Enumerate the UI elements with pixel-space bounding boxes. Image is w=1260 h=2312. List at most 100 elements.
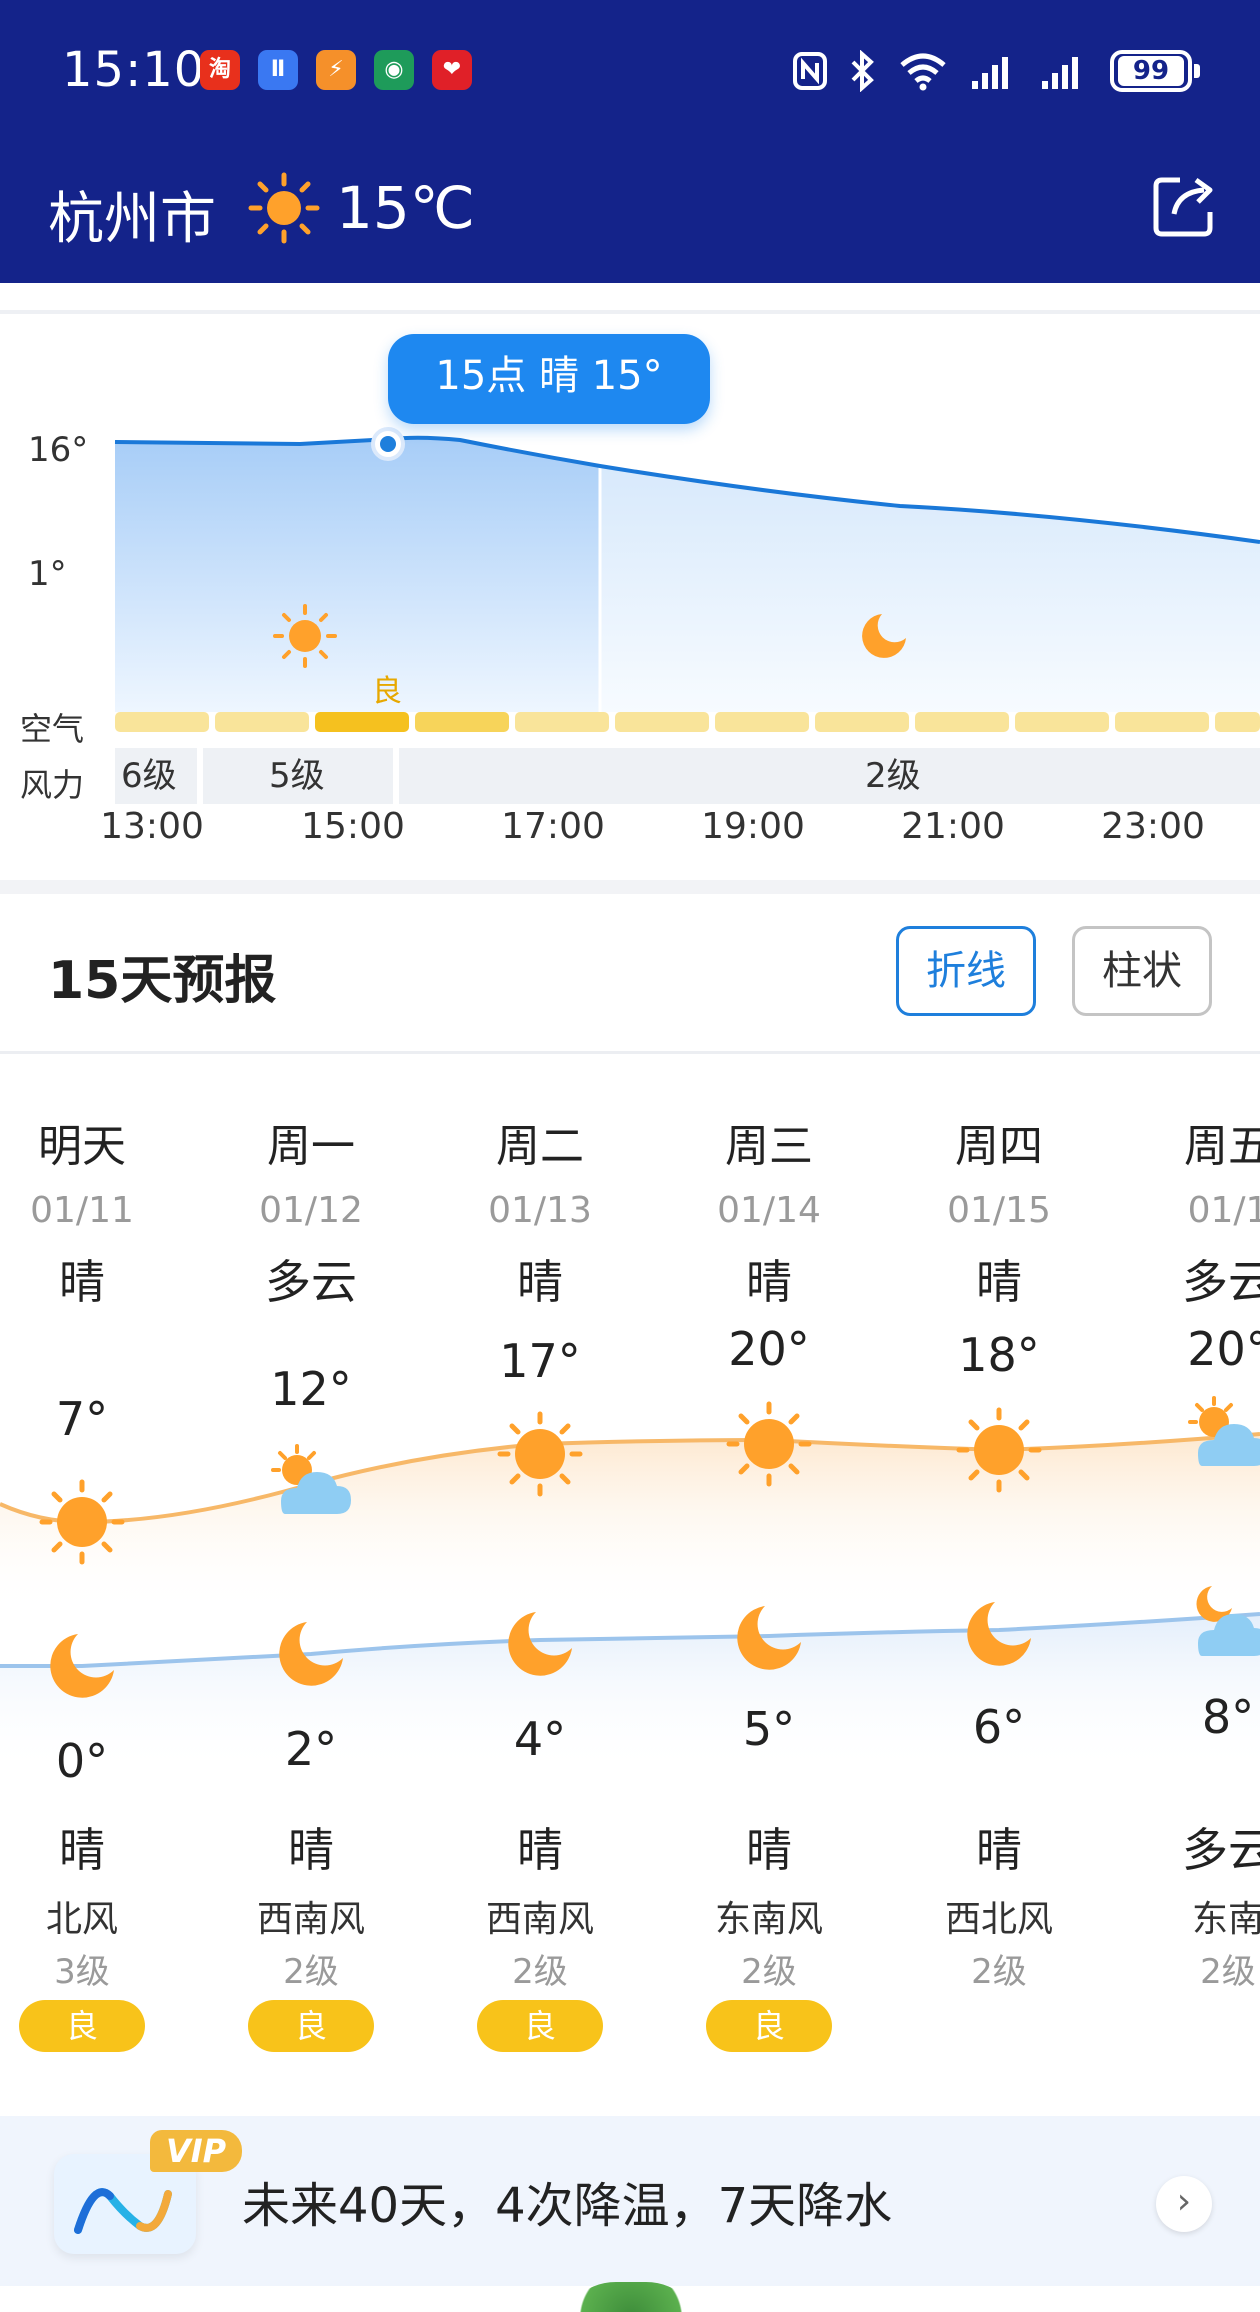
nfc-icon bbox=[793, 52, 827, 90]
night-condition: 晴 bbox=[976, 1823, 1022, 1877]
hourly-forecast[interactable]: 15点 晴 15° 16° 1° 良 空气 风力 6级 5级 2级 13:00 … bbox=[0, 310, 1260, 880]
wind-direction: 东南风 bbox=[714, 1899, 823, 1940]
aq-segment bbox=[1115, 712, 1209, 732]
wind-level: 2级 bbox=[741, 1952, 797, 1992]
chevron-right-icon[interactable]: › bbox=[1156, 2176, 1212, 2232]
wind-direction: 北风 bbox=[45, 1899, 118, 1940]
day-date: 01/12 bbox=[259, 1190, 363, 1231]
low-temperature: 2° bbox=[284, 1722, 338, 1776]
sun-icon bbox=[495, 1409, 585, 1499]
day-condition: 晴 bbox=[517, 1255, 563, 1309]
low-temperature: 6° bbox=[972, 1700, 1026, 1754]
aq-segment bbox=[315, 712, 409, 732]
aq-segment bbox=[1215, 712, 1260, 732]
aq-segment bbox=[715, 712, 809, 732]
day-column[interactable]: 周五 01/1 多云 20° 8° 多云 东南 2级 bbox=[1113, 1054, 1260, 2104]
day-name: 周五 bbox=[1184, 1121, 1260, 1172]
wind-segment: 2级 bbox=[399, 748, 1260, 804]
aq-segment bbox=[415, 712, 509, 732]
current-temperature: 15℃ bbox=[336, 174, 475, 242]
high-temperature: 20° bbox=[728, 1322, 810, 1376]
vip-summary-text: 未来40天，4次降温，7天降水 bbox=[242, 2178, 893, 2234]
wind-direction: 西南风 bbox=[256, 1899, 365, 1940]
night-condition: 晴 bbox=[517, 1823, 563, 1877]
day-column[interactable]: 周一 01/12 多云 12° 2° 晴西南风 2级良 bbox=[196, 1054, 426, 2104]
bluetooth-icon bbox=[851, 50, 874, 92]
aq-segment bbox=[915, 712, 1009, 732]
signal-icon-2 bbox=[1042, 57, 1078, 89]
wind-level: 2级 bbox=[512, 1952, 568, 1992]
y-label-high: 16° bbox=[28, 430, 89, 470]
day-date: 01/1 bbox=[1187, 1190, 1260, 1231]
low-temperature: 8° bbox=[1201, 1690, 1255, 1744]
cloudy-night-icon bbox=[1183, 1581, 1260, 1671]
partly-cloudy-icon bbox=[1183, 1391, 1260, 1481]
hour-label: 13:00 bbox=[100, 806, 204, 847]
status-time: 15:10 bbox=[62, 42, 206, 98]
vip-badge: VIP bbox=[150, 2130, 242, 2172]
wind-level: 2级 bbox=[1200, 1952, 1256, 1992]
bar-view-button[interactable]: 柱状 bbox=[1072, 926, 1212, 1016]
app-orange-icon: ⚡ bbox=[316, 50, 356, 90]
section-divider bbox=[0, 880, 1260, 894]
wind-label: 风力 bbox=[20, 766, 85, 804]
air-quality-badge: 良 bbox=[706, 2000, 832, 2052]
day-column[interactable]: 明天 01/11 晴 7° 0° 晴北风 3级良 bbox=[0, 1054, 197, 2104]
day-condition: 晴 bbox=[59, 1255, 105, 1309]
day-column[interactable]: 周二 01/13 晴 17° 4° 晴西南风 2级良 bbox=[425, 1054, 655, 2104]
day-date: 01/11 bbox=[30, 1190, 134, 1231]
high-temperature: 12° bbox=[270, 1362, 352, 1416]
app-header: 15:10 淘 Ⅱ ⚡ ◉ ❤ 99 杭州市 15℃ bbox=[0, 0, 1260, 283]
sun-icon bbox=[954, 1405, 1044, 1495]
moon-icon bbox=[959, 1594, 1039, 1674]
moon-icon bbox=[729, 1598, 809, 1678]
signal-icon-1 bbox=[972, 57, 1008, 89]
moon-icon bbox=[271, 1614, 351, 1694]
air-quality-row bbox=[115, 712, 1260, 732]
app-globe-icon: ◉ bbox=[374, 50, 414, 90]
city-name[interactable]: 杭州市 bbox=[48, 174, 216, 255]
share-icon[interactable] bbox=[1150, 170, 1220, 240]
day-name: 周一 bbox=[267, 1121, 355, 1172]
day-column[interactable]: 周三 01/14 晴 20° 5° 晴东南风 2级良 bbox=[654, 1054, 884, 2104]
line-view-button[interactable]: 折线 bbox=[896, 926, 1036, 1016]
hour-label: 21:00 bbox=[901, 806, 1005, 847]
system-status-icons: 99 bbox=[792, 48, 1200, 94]
hour-tooltip: 15点 晴 15° bbox=[388, 334, 710, 424]
hour-label: 23:00 bbox=[1101, 806, 1205, 847]
day-name: 周三 bbox=[725, 1121, 813, 1172]
night-condition: 晴 bbox=[746, 1823, 792, 1877]
aq-segment bbox=[115, 712, 209, 732]
aq-segment bbox=[215, 712, 309, 732]
vip-banner[interactable]: VIP 未来40天，4次降温，7天降水 › bbox=[0, 2116, 1260, 2286]
day-name: 周二 bbox=[496, 1121, 584, 1172]
aq-segment bbox=[515, 712, 609, 732]
daily-forecast[interactable]: 明天 01/11 晴 7° 0° 晴北风 3级良周一 01/12 多云 12° 2° 晴西南风 2级良周… bbox=[0, 1054, 1260, 2104]
day-condition: 多云 bbox=[1182, 1255, 1260, 1309]
wind-segment: 5级 bbox=[203, 748, 393, 804]
high-temperature: 18° bbox=[958, 1328, 1040, 1382]
day-name: 周四 bbox=[955, 1121, 1043, 1172]
sun-icon bbox=[37, 1477, 127, 1567]
high-temperature: 20° bbox=[1187, 1322, 1260, 1376]
day-condition: 晴 bbox=[746, 1255, 792, 1309]
app-blue-icon: Ⅱ bbox=[258, 50, 298, 90]
day-condition: 晴 bbox=[976, 1255, 1022, 1309]
air-quality-badge: 良 bbox=[248, 2000, 374, 2052]
sun-icon bbox=[248, 172, 320, 244]
high-temperature: 7° bbox=[55, 1392, 109, 1446]
day-name: 明天 bbox=[38, 1121, 126, 1172]
air-quality-label: 空气 bbox=[20, 710, 85, 748]
battery-level: 99 bbox=[1118, 56, 1184, 86]
day-column[interactable]: 周四 01/15 晴 18° 6° 晴西北风 2级 bbox=[884, 1054, 1114, 2104]
night-condition: 多云 bbox=[1182, 1823, 1260, 1877]
low-temperature: 0° bbox=[55, 1734, 109, 1788]
wifi-icon bbox=[900, 53, 946, 91]
status-bar: 15:10 淘 Ⅱ ⚡ ◉ ❤ 99 bbox=[0, 0, 1260, 140]
air-quality-badge: 良 bbox=[477, 2000, 603, 2052]
day-date: 01/15 bbox=[947, 1190, 1051, 1231]
partly-cloudy-icon bbox=[266, 1439, 356, 1529]
wind-row: 6级 5级 2级 bbox=[115, 748, 1260, 804]
hour-label: 15:00 bbox=[301, 806, 405, 847]
taobao-icon: 淘 bbox=[200, 50, 240, 90]
